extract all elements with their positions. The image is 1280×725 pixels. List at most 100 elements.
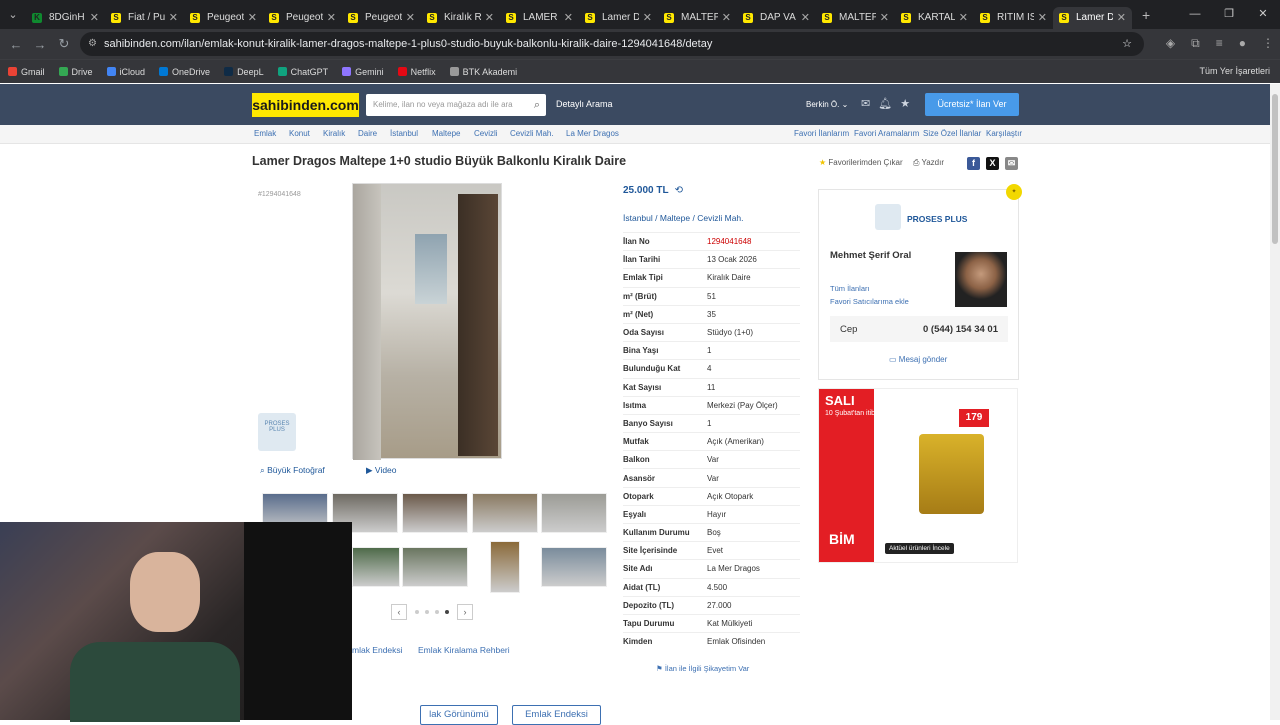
tab-close-icon[interactable]: ✕	[169, 11, 178, 24]
add-favorite-seller-link[interactable]: Favori Satıcılarıma ekle	[830, 297, 909, 306]
search-icon[interactable]: ⌕	[534, 94, 540, 116]
browser-tab[interactable]: K 8DGinH ✕	[26, 7, 105, 29]
breadcrumb-item[interactable]: La Mer Dragos	[566, 129, 619, 138]
breadcrumb-item[interactable]: Konut	[289, 129, 310, 138]
page-scrollbar[interactable]	[1270, 84, 1280, 720]
tab-close-icon[interactable]: ✕	[406, 11, 415, 24]
x-share-icon[interactable]: X	[986, 157, 999, 170]
browser-tab[interactable]: S MALTEPE ✕	[816, 7, 895, 29]
photo-thumbnail[interactable]	[352, 547, 400, 587]
rental-guide-link[interactable]: Emlak Kiralama Rehberi	[418, 645, 510, 655]
photo-thumbnail[interactable]	[402, 547, 468, 587]
tab-close-icon[interactable]: ✕	[485, 11, 494, 24]
main-listing-photo[interactable]	[352, 183, 502, 460]
video-link[interactable]: ▶ Video	[366, 465, 397, 476]
breadcrumb-item[interactable]: Kiralık	[323, 129, 345, 138]
bookmark-item[interactable]: iCloud	[106, 67, 145, 77]
user-menu[interactable]: Berkin Ö. ⌄	[806, 100, 848, 109]
bookmark-item[interactable]: Gemini	[342, 67, 384, 77]
print-link[interactable]: ⎙ Yazdır	[913, 158, 944, 168]
big-photo-link[interactable]: ⌕ Büyük Fotoğraf	[260, 465, 325, 476]
remove-favorite-link[interactable]: ★ Favorilerimden Çıkar	[819, 158, 903, 167]
email-share-icon[interactable]: ✉	[1005, 157, 1018, 170]
tab-close-icon[interactable]: ✕	[564, 11, 573, 24]
top-link[interactable]: Karşılaştır	[986, 129, 1022, 138]
breadcrumb-item[interactable]: Cevizli Mah.	[510, 129, 554, 138]
tab-close-icon[interactable]: ✕	[90, 11, 99, 24]
tab-close-icon[interactable]: ✕	[248, 11, 257, 24]
pager-next-icon[interactable]: ›	[457, 604, 473, 620]
bookmark-item[interactable]: OneDrive	[159, 67, 210, 77]
extensions-puzzle-icon[interactable]: ⧉	[1191, 36, 1200, 51]
minimize-icon[interactable]: —	[1178, 0, 1212, 29]
photo-thumbnail[interactable]	[490, 541, 520, 593]
notification-bell-icon[interactable]: 🔔︎	[878, 97, 892, 110]
breadcrumb-item[interactable]: Daire	[358, 129, 377, 138]
breadcrumb-item[interactable]: Cevizli	[474, 129, 498, 138]
real-estate-index-link[interactable]: mlak Endeksi	[352, 645, 403, 655]
profile-avatar[interactable]: ●	[1239, 36, 1246, 51]
browser-tab[interactable]: S KARTAL ✕	[895, 7, 974, 29]
browser-tab[interactable]: S DAP VA ✕	[737, 7, 816, 29]
scrollbar-thumb[interactable]	[1272, 94, 1278, 244]
browser-tab[interactable]: S Lamer D ✕	[579, 7, 658, 29]
browser-tab[interactable]: S Fiat / Pu ✕	[105, 7, 184, 29]
forward-icon[interactable]: →	[28, 37, 52, 52]
site-logo[interactable]: sahibinden.com	[252, 93, 359, 117]
tab-close-icon[interactable]: ✕	[1117, 11, 1126, 24]
advertisement-banner[interactable]: SALI 10 Şubat'tan itibaren 179 BİM Aktüe…	[818, 388, 1018, 563]
detailed-search-link[interactable]: Detaylı Arama	[556, 99, 613, 109]
facebook-share-icon[interactable]: f	[967, 157, 980, 170]
real-estate-view-button[interactable]: lak Görünümü	[420, 705, 498, 725]
bookmark-item[interactable]: DeepL	[224, 67, 264, 77]
browser-tab[interactable]: S Peugeot ✕	[342, 7, 421, 29]
tab-close-icon[interactable]: ✕	[643, 11, 652, 24]
browser-tab[interactable]: S MALTEPE ✕	[658, 7, 737, 29]
agency-name[interactable]: PROSES PLUS	[907, 214, 967, 224]
browser-tab[interactable]: S Peugeot ✕	[263, 7, 342, 29]
restore-icon[interactable]: ❐	[1212, 0, 1246, 29]
tab-close-icon[interactable]: ✕	[801, 11, 810, 24]
browser-tab[interactable]: S Peugeot ✕	[184, 7, 263, 29]
breadcrumb-item[interactable]: Maltepe	[432, 129, 460, 138]
location-neighborhood[interactable]: Cevizli Mah.	[697, 213, 743, 223]
all-bookmarks-link[interactable]: Tüm Yer İşaretleri	[1199, 66, 1270, 76]
pager-prev-icon[interactable]: ‹	[391, 604, 407, 620]
favorites-star-icon[interactable]: ★	[900, 97, 910, 110]
tab-close-icon[interactable]: ✕	[880, 11, 889, 24]
bookmark-item[interactable]: Drive	[58, 67, 93, 77]
tab-close-icon[interactable]: ✕	[722, 11, 731, 24]
all-ads-link[interactable]: Tüm İlanları	[830, 284, 870, 293]
search-input[interactable]: Kelime, ilan no veya mağaza adı ile ara …	[366, 94, 546, 116]
browser-tab[interactable]: S RİTİM İS ✕	[974, 7, 1053, 29]
browser-tab[interactable]: S LAMER D ✕	[500, 7, 579, 29]
ad-cta[interactable]: Aktüel ürünleri İncele	[885, 543, 954, 554]
phone-number[interactable]: 0 (544) 154 34 01	[923, 324, 998, 335]
bookmark-item[interactable]: ChatGPT	[277, 67, 328, 77]
photo-thumbnail[interactable]	[402, 493, 468, 533]
agency-logo[interactable]	[875, 204, 901, 230]
close-window-icon[interactable]: ✕	[1246, 0, 1280, 29]
site-info-icon[interactable]: ⚙	[88, 32, 97, 56]
browser-tab[interactable]: S Kiralık R ✕	[421, 7, 500, 29]
send-message-link[interactable]: ▭ Mesaj gönder	[889, 355, 947, 364]
url-field[interactable]: ⚙ sahibinden.com/ilan/emlak-konut-kirali…	[80, 32, 1144, 56]
browser-menu-icon[interactable]: ⋮	[1262, 36, 1274, 51]
media-icon[interactable]: ≡	[1216, 36, 1223, 51]
top-link[interactable]: Favori İlanlarım	[794, 129, 849, 138]
bookmark-star-icon[interactable]: ☆	[1122, 32, 1132, 56]
photo-thumbnail[interactable]	[541, 547, 607, 587]
new-tab-button[interactable]: +	[1142, 7, 1150, 23]
tab-close-icon[interactable]: ✕	[1038, 11, 1047, 24]
free-ad-button[interactable]: Ücretsiz* İlan Ver	[925, 93, 1019, 116]
bookmark-item[interactable]: BTK Akademi	[449, 67, 517, 77]
bookmark-item[interactable]: Netflix	[397, 67, 436, 77]
breadcrumb-item[interactable]: İstanbul	[390, 129, 418, 138]
breadcrumb-item[interactable]: Emlak	[254, 129, 276, 138]
browser-tab[interactable]: S Lamer D ✕	[1053, 6, 1132, 29]
bookmark-item[interactable]: Gmail	[8, 67, 45, 77]
photo-thumbnail[interactable]	[472, 493, 538, 533]
tab-search-icon[interactable]: ⌄	[0, 0, 26, 29]
price-history-icon[interactable]: ⟲	[675, 185, 683, 196]
location-city[interactable]: İstanbul	[623, 213, 653, 223]
